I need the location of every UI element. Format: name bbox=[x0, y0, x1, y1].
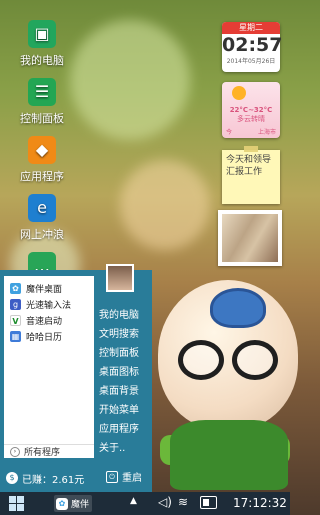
menu-item-label: 哈哈日历 bbox=[26, 332, 63, 343]
doll-hat bbox=[210, 288, 266, 328]
vfast-launcher-icon: V bbox=[10, 314, 21, 326]
calendar-icon: ▦ bbox=[10, 330, 21, 342]
all-programs-button[interactable]: › 所有程序 bbox=[4, 444, 94, 458]
restart-button[interactable]: ⏻ 重启 bbox=[106, 469, 142, 484]
avatar[interactable] bbox=[106, 264, 134, 292]
desktop-icon-apps[interactable]: ◆ 应用程序 bbox=[10, 136, 74, 184]
start-button[interactable] bbox=[9, 496, 24, 511]
weather-widget[interactable]: 22°C~32°C 多云转晴 今 上海市 bbox=[222, 82, 280, 138]
start-menu-footer: $ 已赚：2.61元 ⏻ 重启 bbox=[0, 466, 152, 490]
wifi-icon[interactable]: ≋ bbox=[178, 495, 188, 509]
taskbar: ✿ 魔伴 ▲ ◁) ≋ 17:12:32 bbox=[0, 492, 290, 515]
shortcut-my-computer[interactable]: 我的电脑 bbox=[99, 306, 151, 325]
wallpaper-highlight bbox=[120, 160, 210, 250]
shortcut-search[interactable]: 文明搜索 bbox=[99, 325, 151, 344]
clock-weekday: 星期二 bbox=[222, 22, 280, 34]
desktop-icon-internet[interactable]: e 网上冲浪 bbox=[10, 194, 74, 242]
shortcut-control-panel[interactable]: 控制面板 bbox=[99, 344, 151, 363]
desktop-icon-label: 应用程序 bbox=[20, 170, 64, 183]
doll-glasses-left bbox=[178, 340, 224, 380]
shortcut-apps[interactable]: 应用程序 bbox=[99, 420, 151, 439]
menu-item-label: 魔伴桌面 bbox=[26, 284, 63, 295]
start-menu-shortcuts: 我的电脑 文明搜索 控制面板 桌面图标 桌面背景 开始菜单 应用程序 关于.. bbox=[99, 306, 151, 458]
magic-desktop-icon: ✿ bbox=[56, 497, 68, 510]
weather-day-label: 今 bbox=[226, 129, 233, 136]
chevron-up-icon[interactable]: ▲ bbox=[130, 496, 137, 506]
shortcut-about[interactable]: 关于.. bbox=[99, 439, 151, 458]
photo-image bbox=[222, 214, 278, 262]
shortcut-start-menu[interactable]: 开始菜单 bbox=[99, 401, 151, 420]
clock-widget[interactable]: 星期二 02:57 2014年05月26日 bbox=[222, 22, 283, 72]
shortcut-desktop-icons[interactable]: 桌面图标 bbox=[99, 363, 151, 382]
battery-icon[interactable] bbox=[200, 496, 217, 509]
start-menu: ✿ 魔伴桌面 g 光速输入法 V 音速启动 ▦ 哈哈日历 › 所有程序 我的电脑… bbox=[0, 264, 152, 492]
taskbar-app-mobon[interactable]: ✿ 魔伴 bbox=[54, 495, 92, 512]
weather-condition: 多云转晴 bbox=[237, 115, 265, 123]
computer-icon: ▣ bbox=[28, 20, 56, 48]
earned-amount: 已赚：2.61元 bbox=[22, 474, 85, 486]
control-panel-icon: ☰ bbox=[28, 78, 56, 106]
power-icon: ⏻ bbox=[106, 470, 118, 483]
desktop-icon-my-computer[interactable]: ▣ 我的电脑 bbox=[10, 20, 74, 68]
arrow-right-icon: › bbox=[10, 446, 20, 457]
internet-explorer-icon: e bbox=[28, 194, 56, 222]
desktop-icon-label: 我的电脑 bbox=[20, 54, 64, 67]
menu-item-vfast[interactable]: V 音速启动 bbox=[4, 312, 94, 328]
desktop-icon-label: 网上冲浪 bbox=[20, 228, 64, 241]
doll-glasses-right bbox=[232, 340, 278, 380]
magic-desktop-icon: ✿ bbox=[10, 282, 21, 294]
clock-date: 2014年05月26日 bbox=[226, 58, 276, 65]
shortcut-desktop-background[interactable]: 桌面背景 bbox=[99, 382, 151, 401]
volume-icon[interactable]: ◁) bbox=[158, 495, 172, 509]
menu-item-label: 音速启动 bbox=[26, 316, 63, 327]
weather-city: 上海市 bbox=[257, 129, 276, 136]
sun-icon bbox=[232, 86, 246, 100]
menu-item-magic-desktop[interactable]: ✿ 魔伴桌面 bbox=[4, 280, 94, 296]
wallpaper-highlight bbox=[70, 20, 190, 140]
sticky-note-text: 今天和领导汇报工作 bbox=[226, 155, 272, 177]
clock-time: 02:57 bbox=[222, 34, 283, 56]
sticky-note-widget[interactable]: 今天和领导汇报工作 bbox=[222, 146, 280, 204]
menu-item-input-method[interactable]: g 光速输入法 bbox=[4, 296, 94, 312]
all-programs-label: 所有程序 bbox=[24, 448, 61, 458]
taskbar-clock[interactable]: 17:12:32 bbox=[233, 496, 287, 510]
dropbox-apps-icon: ◆ bbox=[28, 136, 56, 164]
taskbar-app-label: 魔伴 bbox=[71, 500, 90, 510]
menu-item-label: 光速输入法 bbox=[26, 300, 72, 311]
desktop-icon-label: 控制面板 bbox=[20, 112, 64, 125]
doll-body bbox=[170, 420, 288, 490]
input-method-icon: g bbox=[10, 298, 21, 310]
photo-frame-widget[interactable] bbox=[218, 210, 282, 266]
coin-icon: $ bbox=[6, 472, 18, 484]
weather-temperature: 22°C~32°C bbox=[229, 106, 273, 114]
restart-label: 重启 bbox=[122, 473, 142, 484]
desktop-icon-control-panel[interactable]: ☰ 控制面板 bbox=[10, 78, 74, 126]
menu-item-calendar[interactable]: ▦ 哈哈日历 bbox=[4, 328, 94, 344]
start-menu-app-list: ✿ 魔伴桌面 g 光速输入法 V 音速启动 ▦ 哈哈日历 bbox=[4, 276, 94, 458]
